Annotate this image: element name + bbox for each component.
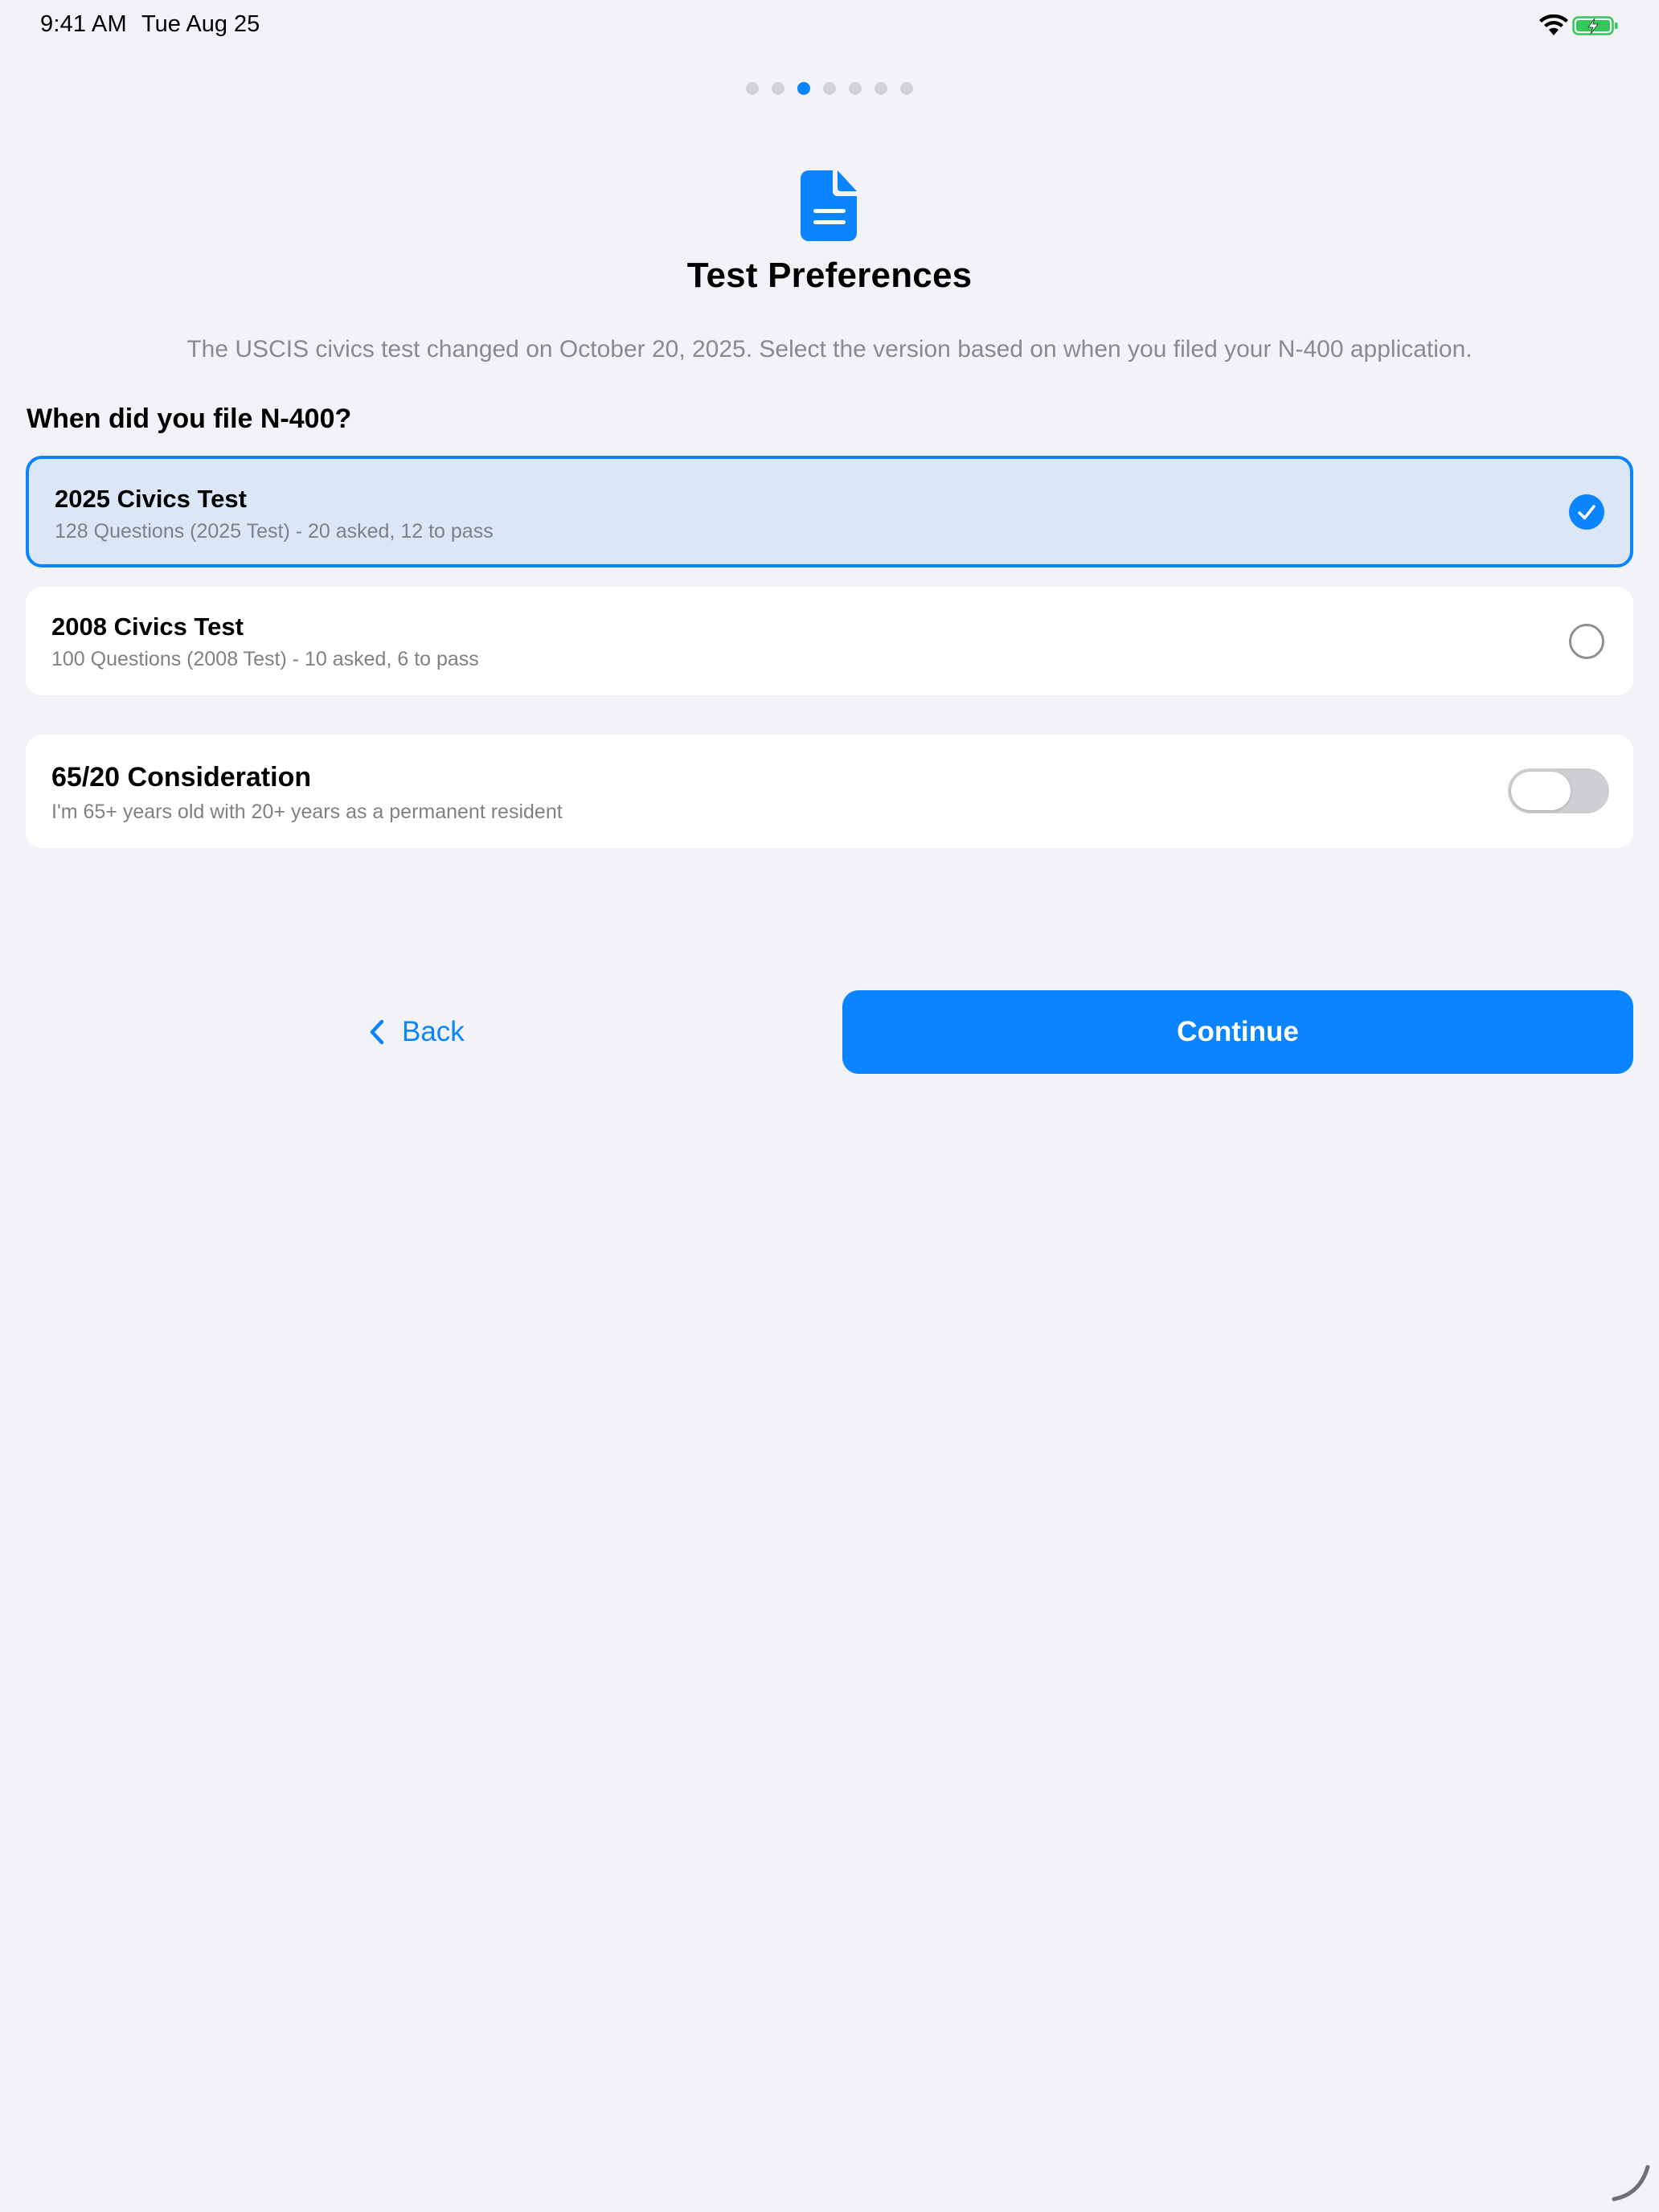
page-dot	[900, 82, 913, 95]
resize-handle-icon[interactable]	[1611, 2162, 1653, 2204]
page-title: Test Preferences	[686, 256, 973, 295]
battery-charging-icon	[1572, 16, 1618, 35]
consideration-subtitle: I'm 65+ years old with 20+ years as a pe…	[51, 801, 563, 823]
document-icon	[801, 170, 857, 241]
page-dot-current	[797, 82, 810, 95]
continue-label: Continue	[1177, 1016, 1299, 1047]
chevron-left-icon	[370, 1019, 384, 1045]
option-2025-civics-test[interactable]: 2025 Civics Test 128 Questions (2025 Tes…	[26, 456, 1633, 567]
page-dot	[823, 82, 836, 95]
page-dot	[772, 82, 784, 95]
page-dot	[875, 82, 887, 95]
option-2008-civics-test[interactable]: 2008 Civics Test 100 Questions (2008 Tes…	[26, 587, 1633, 695]
consideration-title: 65/20 Consideration	[51, 762, 312, 793]
page-dot	[849, 82, 862, 95]
back-label: Back	[402, 1016, 465, 1047]
page-indicator	[0, 82, 1659, 95]
section-question: When did you file N-400?	[27, 403, 352, 434]
page-dot	[746, 82, 759, 95]
option-title: 2008 Civics Test	[51, 612, 244, 641]
consideration-toggle[interactable]	[1508, 768, 1609, 813]
status-bar: 9:41 AM Tue Aug 25	[0, 0, 1659, 51]
consideration-card: 65/20 Consideration I'm 65+ years old wi…	[26, 735, 1633, 848]
back-button[interactable]: Back	[368, 1008, 465, 1056]
continue-button[interactable]: Continue	[842, 990, 1633, 1074]
option-subtitle: 100 Questions (2008 Test) - 10 asked, 6 …	[51, 648, 479, 670]
checkmark-selected-icon	[1569, 494, 1604, 530]
option-subtitle: 128 Questions (2025 Test) - 20 asked, 12…	[55, 520, 494, 543]
option-title: 2025 Civics Test	[55, 485, 247, 513]
toggle-knob	[1511, 772, 1571, 810]
wifi-icon	[1539, 14, 1568, 35]
status-date: Tue Aug 25	[141, 11, 260, 37]
page-description: The USCIS civics test changed on October…	[186, 336, 1473, 363]
radio-unselected-icon	[1569, 624, 1604, 659]
status-time: 9:41 AM	[40, 11, 127, 37]
